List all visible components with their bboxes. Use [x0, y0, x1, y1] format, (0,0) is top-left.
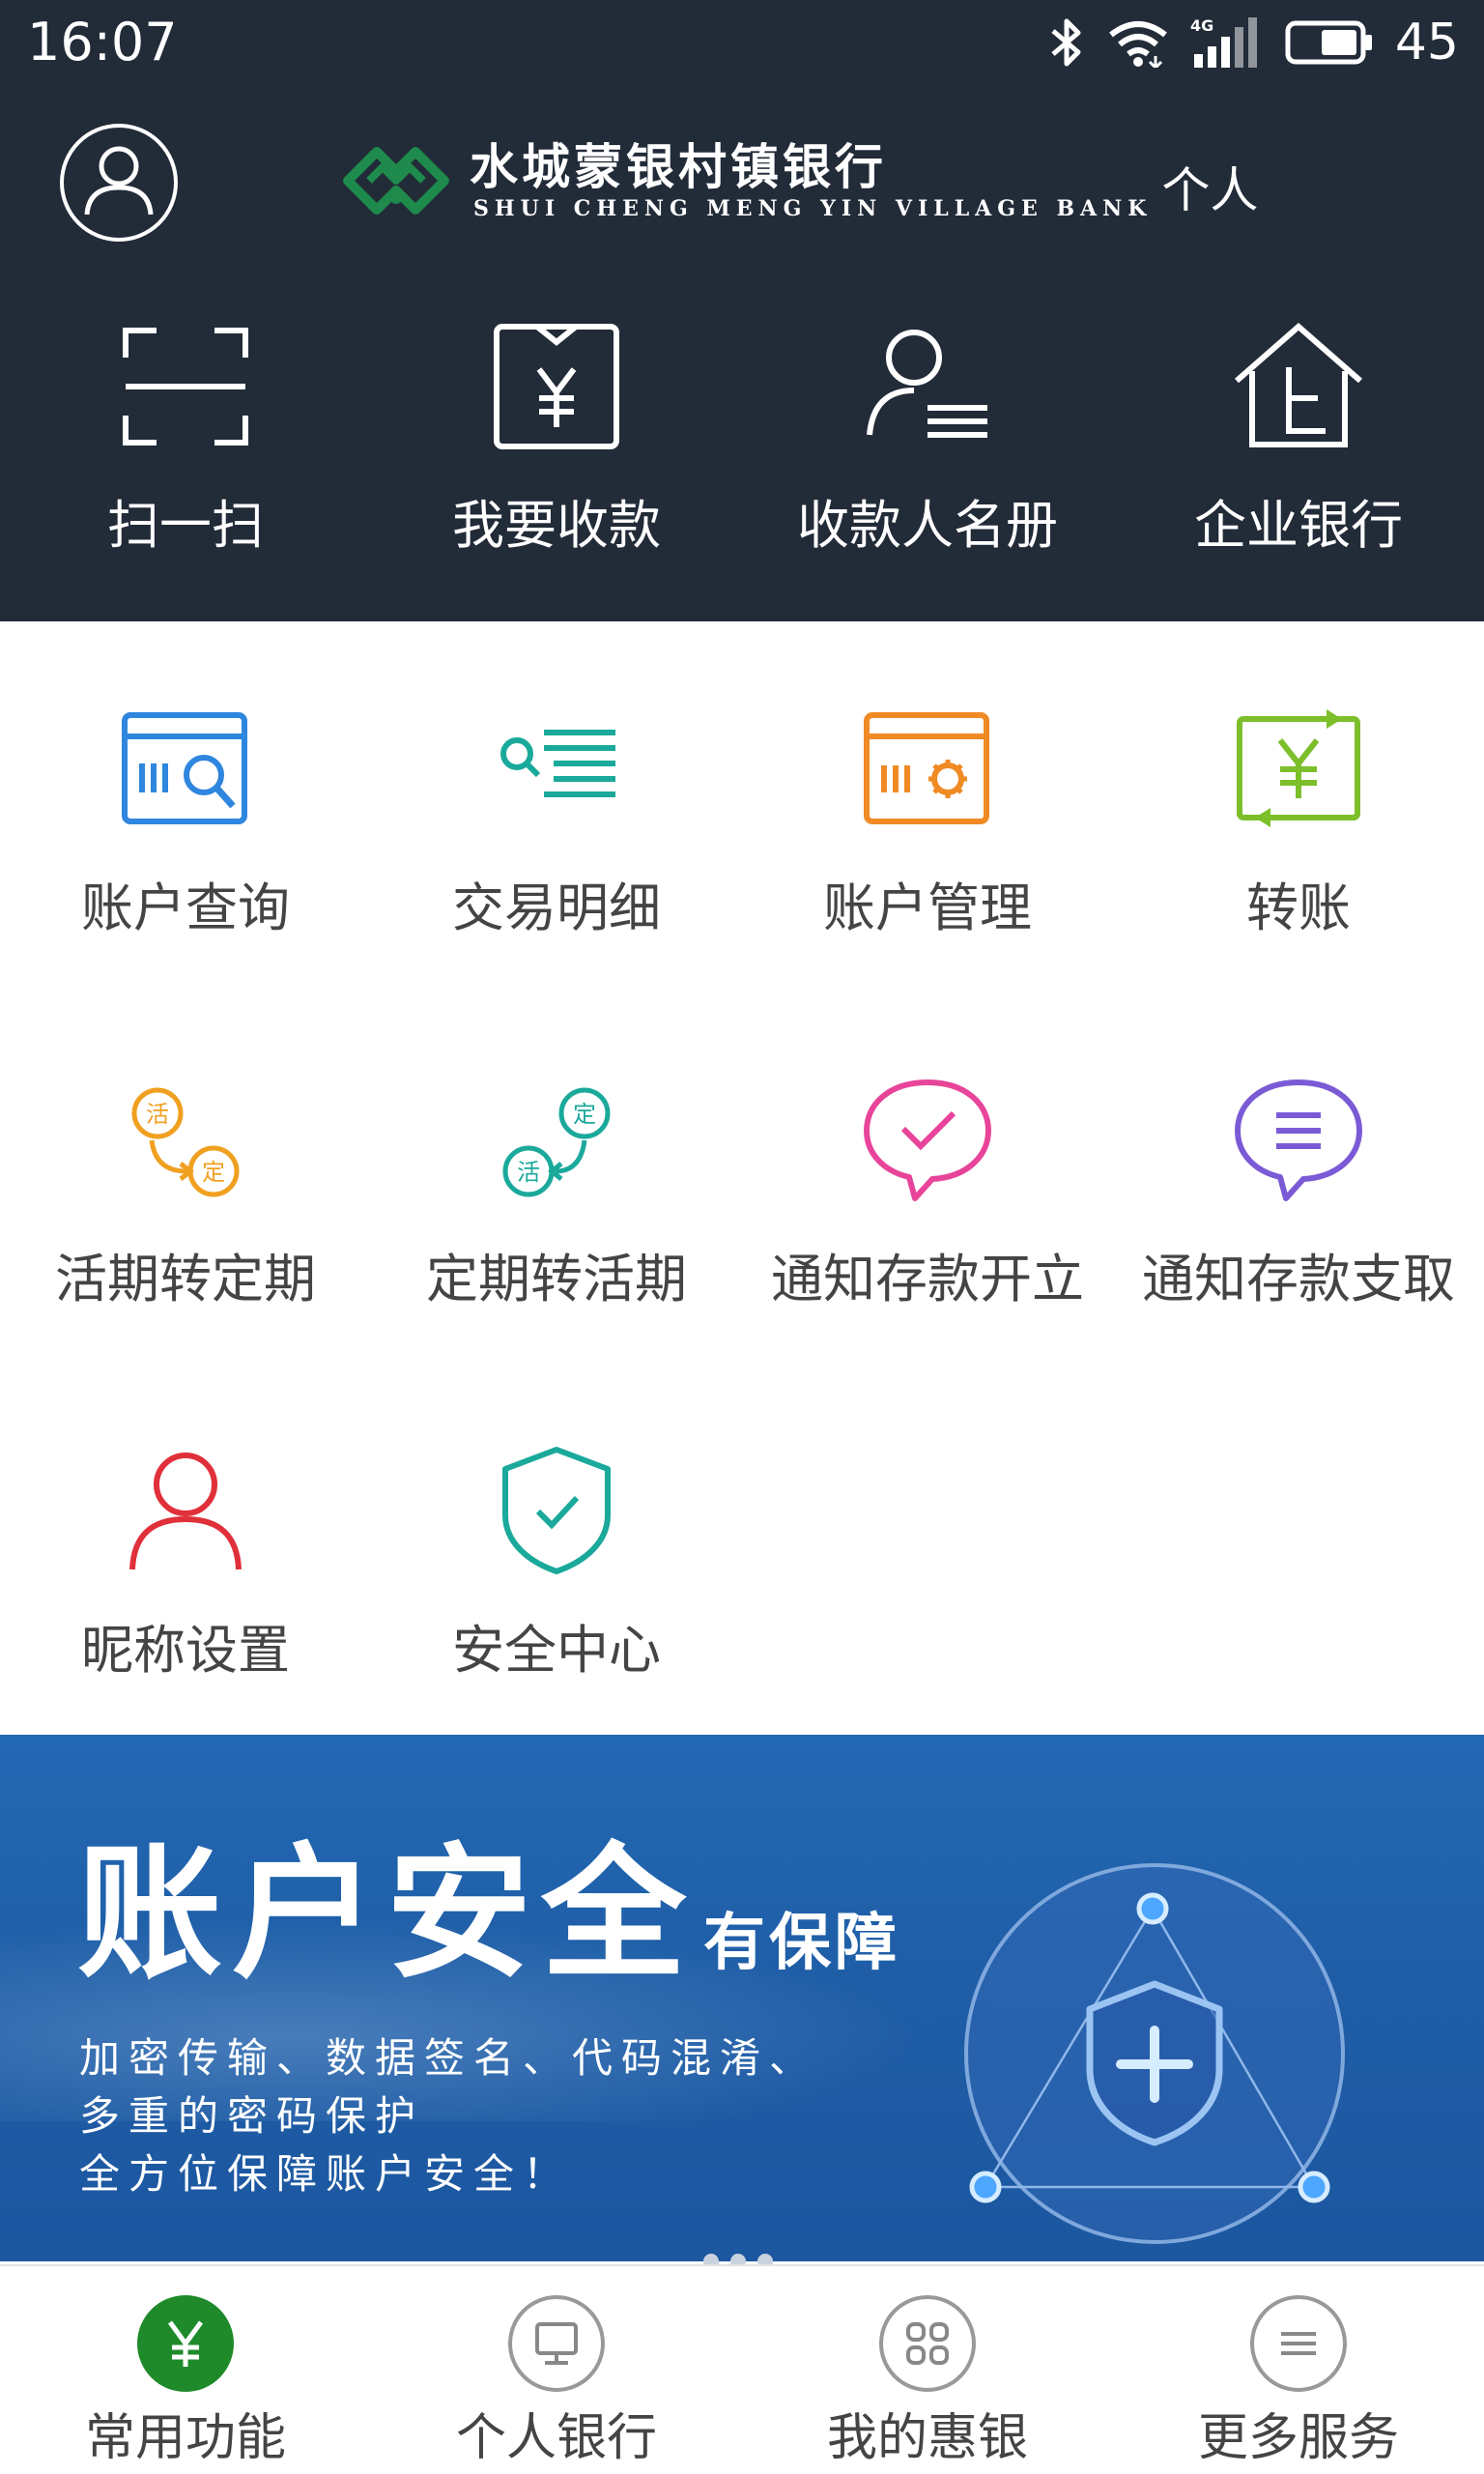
function-transfer[interactable]: 转账 [1113, 696, 1484, 1067]
quick-actions: 扫一扫 我要收款 收款人名册 企业银行 [0, 319, 1484, 557]
yuan-icon [137, 2295, 234, 2392]
nav-label: 常用功能 [84, 2409, 286, 2467]
function-account-query[interactable]: 账户查询 [0, 696, 371, 1067]
bank-logo-icon [343, 147, 449, 215]
quick-action-label: 收款人名册 [797, 495, 1058, 556]
bottom-nav: 常用功能 个人银行 我的惠银 更多服务 [0, 2264, 1484, 2474]
function-label: 定期转活期 [426, 1249, 687, 1309]
svg-text:活: 活 [517, 1159, 540, 1186]
status-icons: 4G 45 [1047, 14, 1459, 72]
nav-label: 更多服务 [1197, 2409, 1399, 2467]
quick-action-scan[interactable]: 扫一扫 [0, 319, 371, 557]
banner-line: 全方位保障账户安全！ [79, 2150, 573, 2198]
banner-title: 账户安全 有保障 [77, 1831, 900, 1996]
nickname-icon [129, 1453, 242, 1570]
quick-action-label: 扫一扫 [107, 495, 264, 556]
function-notice-deposit-open[interactable]: 通知存款开立 [742, 1067, 1113, 1438]
banner-line: 多重的密码保护 [79, 2092, 425, 2140]
account-manage-icon [864, 712, 989, 824]
wifi-icon [1108, 21, 1167, 68]
status-bar: 16:07 4G 45 [0, 0, 1484, 87]
header: 16:07 4G 45 水城蒙银村镇银行 SHUI CHENG MENG YIN… [0, 0, 1484, 621]
signal-4g-icon: 4G [1190, 16, 1257, 68]
enterprise-bank-icon [1235, 323, 1362, 447]
brand-name-cn: 水城蒙银村镇银行 [470, 138, 887, 195]
avatar-button[interactable] [60, 124, 178, 242]
battery-icon [1285, 20, 1372, 65]
banner-title-big: 账户安全 [77, 1828, 697, 1999]
menu-lines-icon [1250, 2295, 1347, 2392]
function-label: 转账 [1246, 877, 1351, 938]
transaction-detail-icon [500, 730, 615, 797]
notice-deposit-withdraw-icon [1235, 1079, 1362, 1201]
promo-banner[interactable]: 账户安全 有保障 加密传输、数据签名、代码混淆、 多重的密码保护 全方位保障账户安… [0, 1735, 1484, 2261]
payee-list-icon [867, 330, 987, 438]
function-label: 昵称设置 [81, 1620, 290, 1681]
function-label: 安全中心 [452, 1620, 661, 1681]
monitor-icon [508, 2295, 605, 2392]
quick-action-label: 企业银行 [1194, 495, 1403, 556]
function-fixed-to-current[interactable]: 定 活 定期转活期 [371, 1067, 742, 1438]
brand-type: 个人 [1161, 162, 1259, 218]
user-icon [84, 146, 154, 216]
function-notice-deposit-withdraw[interactable]: 通知存款支取 [1113, 1067, 1484, 1438]
function-account-manage[interactable]: 账户管理 [742, 696, 1113, 1067]
brand-name-en: SHUI CHENG MENG YIN VILLAGE BANK [473, 196, 1153, 221]
function-current-to-fixed[interactable]: 活 定 活期转定期 [0, 1067, 371, 1438]
nav-label: 个人银行 [455, 2409, 657, 2467]
current-to-fixed-icon: 活 定 [131, 1087, 240, 1197]
receive-money-icon [494, 324, 619, 449]
function-label: 活期转定期 [55, 1249, 316, 1309]
function-transaction-detail[interactable]: 交易明细 [371, 696, 742, 1067]
status-time: 16:07 [27, 12, 178, 72]
svg-text:4G: 4G [1190, 16, 1213, 35]
grid-apps-icon [879, 2295, 976, 2392]
banner-line: 加密传输、数据签名、代码混淆、 [79, 2034, 819, 2082]
nav-common-functions[interactable]: 常用功能 [0, 2266, 371, 2474]
banner-title-small: 有保障 [703, 1907, 901, 1979]
fixed-to-current-icon: 定 活 [502, 1087, 611, 1197]
nav-my-benefits[interactable]: 我的惠银 [742, 2266, 1113, 2474]
quick-action-enterprise[interactable]: 企业银行 [1113, 319, 1484, 557]
top-bar: 水城蒙银村镇银行 SHUI CHENG MENG YIN VILLAGE BAN… [0, 106, 1484, 261]
function-label: 账户管理 [823, 877, 1032, 938]
security-center-icon [502, 1447, 611, 1574]
battery-level: 45 [1394, 14, 1459, 72]
svg-text:定: 定 [202, 1159, 225, 1186]
svg-text:活: 活 [146, 1101, 169, 1128]
nav-label: 我的惠银 [826, 2409, 1028, 2467]
scan-icon [123, 328, 248, 446]
function-grid: 账户查询 交易明细 账户管理 转账 活 定 活期转定期 定 活 定期转活期 通知… [0, 696, 1484, 1809]
brand: 水城蒙银村镇银行 SHUI CHENG MENG YIN VILLAGE BAN… [328, 128, 1258, 234]
bluetooth-icon [1051, 18, 1081, 67]
nav-more-services[interactable]: 更多服务 [1113, 2266, 1484, 2474]
quick-action-payees[interactable]: 收款人名册 [742, 319, 1113, 557]
quick-action-label: 我要收款 [452, 495, 661, 556]
transfer-icon [1237, 709, 1360, 827]
function-label: 通知存款开立 [771, 1249, 1084, 1309]
quick-action-receive[interactable]: 我要收款 [371, 319, 742, 557]
function-label: 通知存款支取 [1142, 1249, 1455, 1309]
function-label: 账户查询 [81, 877, 290, 938]
svg-text:定: 定 [573, 1101, 596, 1128]
notice-deposit-open-icon [864, 1079, 991, 1201]
function-label: 交易明细 [452, 877, 661, 938]
nav-personal-bank[interactable]: 个人银行 [371, 2266, 742, 2474]
banner-text: 加密传输、数据签名、代码混淆、 多重的密码保护 全方位保障账户安全！ [79, 2029, 818, 2203]
shield-plus-icon [964, 1863, 1345, 2244]
account-query-icon [122, 712, 247, 824]
